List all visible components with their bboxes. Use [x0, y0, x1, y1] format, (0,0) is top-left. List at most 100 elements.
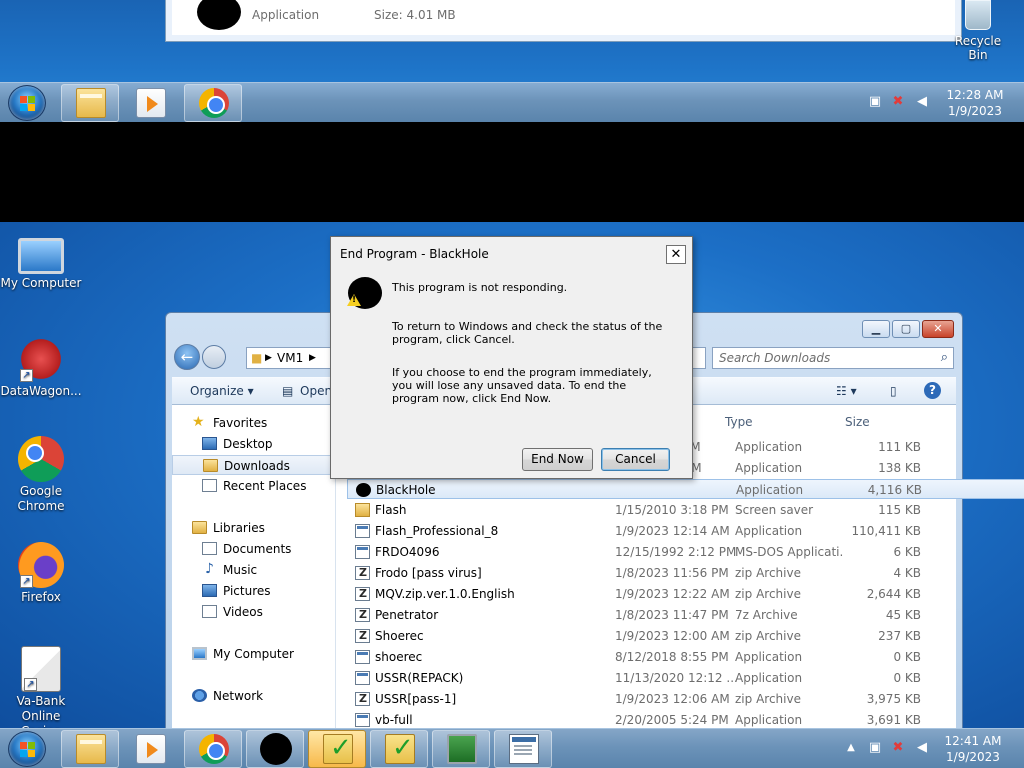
- nav-desktop[interactable]: Desktop: [172, 434, 336, 454]
- file-type: MS-DOS Applicati...: [735, 545, 843, 559]
- taskbar-window-button[interactable]: [494, 730, 552, 768]
- desktop-icon-google-chrome[interactable]: Google Chrome: [0, 436, 82, 514]
- taskbar-chrome-button[interactable]: [184, 84, 242, 122]
- desktop-icon-my-computer[interactable]: My Computer: [0, 234, 82, 291]
- nav-pictures[interactable]: Pictures: [172, 581, 336, 601]
- desktop-icon-datawagon[interactable]: ↗ DataWagon...: [0, 336, 82, 399]
- column-header-type[interactable]: Type: [725, 415, 753, 429]
- nav-favorites[interactable]: ★ Favorites: [172, 413, 336, 433]
- desktop-icon-label: DataWagon...: [0, 384, 82, 398]
- search-input[interactable]: Search Downloads ⌕: [712, 347, 954, 369]
- file-name: Shoerec: [375, 629, 424, 643]
- volume-icon[interactable]: ◀: [915, 95, 929, 109]
- file-row[interactable]: Shoerec 1/9/2023 12:00 AM zip Archive 237 K…: [347, 626, 1024, 646]
- recycle-bin-desktop-icon[interactable]: Recycle Bin: [946, 0, 1010, 62]
- organize-button[interactable]: Organize ▾: [190, 384, 254, 398]
- forward-button[interactable]: [202, 345, 226, 369]
- taskbar-blackhole-button[interactable]: [246, 730, 304, 768]
- start-button[interactable]: [8, 85, 46, 121]
- file-date: 8/12/2018 8:55 PM: [615, 650, 729, 664]
- details-file-size: Size: 4.01 MB: [374, 8, 456, 22]
- minimize-button[interactable]: ▁: [862, 320, 890, 338]
- nav-documents[interactable]: Documents: [172, 539, 336, 559]
- nav-downloads[interactable]: Downloads: [172, 455, 336, 475]
- preview-pane-icon[interactable]: ▯: [890, 384, 897, 398]
- file-name: Flash_Professional_8: [375, 524, 499, 538]
- clock[interactable]: 12:41 AM 1/9/2023: [938, 733, 1008, 765]
- dialog-message-2: To return to Windows and check the statu…: [392, 320, 663, 346]
- taskbar-media-player-button[interactable]: [121, 730, 179, 768]
- nav-music[interactable]: ♪ Music: [172, 560, 336, 580]
- nav-libraries[interactable]: Libraries: [172, 518, 336, 538]
- nav-my-computer[interactable]: My Computer: [172, 644, 336, 664]
- computer-icon: [18, 238, 64, 274]
- desktop-icon-label: Va-Bank Online Casino: [16, 694, 66, 728]
- chrome-icon: [199, 734, 229, 764]
- file-row[interactable]: Penetrator 1/8/2023 11:47 PM 7z Archive 45 …: [347, 605, 1024, 625]
- taskbar-monitor-button[interactable]: [432, 730, 490, 768]
- file-row[interactable]: USSR(REPACK) 11/13/2020 12:12 ... Applicat…: [347, 668, 1024, 688]
- nav-label: Documents: [223, 542, 292, 556]
- nav-label: Favorites: [213, 416, 268, 430]
- file-row[interactable]: BlackHole Application 4,116 KB: [347, 479, 1024, 499]
- file-row[interactable]: MQV.zip.ver.1.0.English 1/9/2023 12:22 AM…: [347, 584, 1024, 604]
- file-date: 1/9/2023 12:06 AM: [615, 692, 730, 706]
- libraries-icon: [192, 521, 207, 534]
- file-name: Frodo [pass virus]: [375, 566, 482, 580]
- system-tray: ▲ ▣ ✖ ◀ 12:41 AM 1/9/2023: [842, 729, 1024, 768]
- breadcrumb-vm1[interactable]: VM1: [277, 351, 303, 365]
- end-now-button[interactable]: End Now: [522, 448, 593, 471]
- open-button[interactable]: Open: [300, 384, 332, 398]
- nav-label: Libraries: [213, 521, 265, 535]
- recent-places-icon: [202, 479, 217, 492]
- file-row[interactable]: USSR[pass-1] 1/9/2023 12:06 AM zip Archive…: [347, 689, 1024, 709]
- file-row[interactable]: Flash 1/15/2010 3:18 PM Screen saver 115 KB: [347, 500, 1024, 520]
- nav-recent-places[interactable]: Recent Places: [172, 476, 336, 496]
- shortcut-arrow-icon: ↗: [24, 678, 37, 691]
- dialog-close-button[interactable]: ✕: [666, 245, 686, 264]
- cancel-button[interactable]: Cancel: [601, 448, 670, 471]
- taskbar: ▲ ▣ ✖ ◀ 12:41 AM 1/9/2023: [0, 728, 1024, 768]
- show-hidden-icons-icon[interactable]: ▲: [844, 741, 858, 755]
- close-button[interactable]: ✕: [922, 320, 954, 338]
- taskbar-task-manager-button[interactable]: [308, 730, 366, 768]
- dialog-title: End Program - BlackHole: [340, 247, 489, 261]
- taskbar-chrome-button[interactable]: [184, 730, 242, 768]
- nav-network[interactable]: Network: [172, 686, 336, 706]
- file-size: 3,975 KB: [866, 692, 921, 706]
- help-icon[interactable]: ?: [924, 382, 941, 399]
- warning-icon: [347, 294, 361, 306]
- search-placeholder: Search Downloads: [719, 351, 831, 365]
- chrome-icon: [199, 88, 229, 118]
- file-type-icon: [355, 503, 370, 517]
- file-row[interactable]: FRDO4096 12/15/1992 2:12 PM MS-DOS Applica…: [347, 542, 1024, 562]
- file-row[interactable]: shoerec 8/12/2018 8:55 PM Application 0 KB: [347, 647, 1024, 667]
- view-options-icon[interactable]: ☷ ▾: [836, 384, 857, 398]
- file-row[interactable]: Frodo [pass virus] 1/8/2023 11:56 PM zip A…: [347, 563, 1024, 583]
- file-type: 7z Archive: [735, 608, 798, 622]
- nav-videos[interactable]: Videos: [172, 602, 336, 622]
- network-icon[interactable]: ▣: [868, 741, 882, 755]
- desktop-icon-va-bank-casino[interactable]: ↗ Va-Bank Online Casino: [0, 646, 82, 728]
- file-row[interactable]: Flash_Professional_8 1/9/2023 12:14 AM App…: [347, 521, 1024, 541]
- file-type-icon: [355, 713, 370, 727]
- taskbar-program-button[interactable]: [370, 730, 428, 768]
- taskbar-explorer-button[interactable]: [61, 84, 119, 122]
- taskbar-media-player-button[interactable]: [121, 84, 179, 122]
- column-header-size[interactable]: Size: [845, 415, 870, 429]
- volume-icon[interactable]: ◀: [915, 741, 929, 755]
- file-type-icon: [355, 587, 370, 601]
- desktop-icon-firefox[interactable]: ↗ Firefox: [0, 542, 82, 605]
- capture-separator: [0, 122, 1024, 222]
- clock-date: 1/9/2023: [948, 104, 1002, 118]
- file-row[interactable]: vb-full 2/20/2005 5:24 PM Application 3,691…: [347, 710, 1024, 728]
- taskbar-explorer-button[interactable]: [61, 730, 119, 768]
- start-button[interactable]: [8, 731, 46, 767]
- file-type-icon: [356, 483, 371, 497]
- clock[interactable]: 12:28 AM 1/9/2023: [940, 87, 1010, 119]
- maximize-button[interactable]: ▢: [892, 320, 920, 338]
- back-button[interactable]: ←: [174, 344, 200, 370]
- network-icon[interactable]: ▣: [868, 95, 882, 109]
- action-center-icon[interactable]: ✖: [891, 95, 905, 109]
- action-center-icon[interactable]: ✖: [891, 741, 905, 755]
